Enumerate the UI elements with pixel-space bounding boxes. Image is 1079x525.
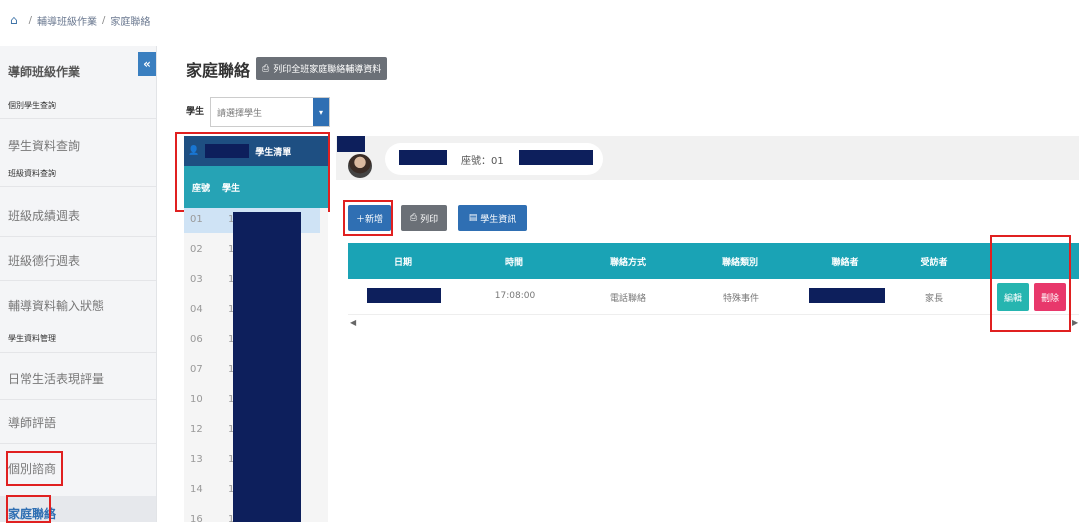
highlight-family-contact [6,495,51,523]
home-icon[interactable]: ⌂ [10,13,18,27]
sidebar-item-class-tasks[interactable]: 導師班級作業 [8,63,148,80]
redacted-date [367,288,441,303]
redacted-photo-label [337,136,365,152]
sidebar-sub-class-query[interactable]: 班級資料查詢 [8,168,148,179]
highlight-row-actions [990,235,1071,332]
student-row-seat[interactable]: 14 [190,484,203,495]
contact-table-header: 日期 時間 聯絡方式 聯絡類別 聯絡者 受訪者 [348,243,1079,279]
redacted-student-name [399,150,447,165]
student-row-seat[interactable]: 02 [190,244,203,255]
student-row-seat[interactable]: 10 [190,394,203,405]
chevron-down-icon: ▾ [313,98,329,126]
table-row [348,279,1079,315]
th-contact-person[interactable]: 聯絡者 [831,255,858,268]
student-row-seat[interactable]: 03 [190,274,203,285]
printer-icon: ⎙ [262,63,270,74]
cell-time: 17:08:00 [494,291,536,301]
print-all-button[interactable]: ⎙ 列印全班家庭聯絡輔導資料 [256,57,388,80]
scroll-left-icon[interactable]: ◀ [350,318,356,327]
avatar [348,154,372,178]
sidebar-item-student-data[interactable]: 學生資料查詢 [8,137,148,154]
redacted-contact-person [809,288,885,303]
sidebar-item-comments[interactable]: 導師評語 [8,414,148,431]
th-time[interactable]: 時間 [505,255,523,268]
student-row-seat[interactable]: 06 [190,334,203,345]
th-method[interactable]: 聯絡方式 [610,255,646,268]
cell-interviewee: 家長 [924,294,944,304]
cell-category: 特殊事件 [722,294,760,304]
student-row-seat[interactable]: 07 [190,364,203,375]
highlight-counseling [6,451,63,486]
seat-label: 座號：01 [461,156,504,167]
student-row-seat[interactable]: 12 [190,424,203,435]
sidebar-sub-student-query[interactable]: 個別學生查詢 [8,100,148,111]
redacted-student-id [519,150,593,165]
student-row-seat[interactable]: 13 [190,454,203,465]
student-select[interactable]: 請選擇學生 ▾ [210,97,330,127]
id-card-icon: ▤ [468,213,478,223]
th-interviewee[interactable]: 受訪者 [920,255,947,268]
breadcrumb: ⌂ / 輔導班級作業 / 家庭聯絡 [0,0,1079,40]
highlight-student-list [175,132,330,212]
print-label: 列印 [420,214,439,225]
student-label: 學生 [186,107,205,117]
sidebar-item-grade-report[interactable]: 班級成績週表 [8,207,148,224]
student-select-value: 請選擇學生 [217,108,263,119]
student-info-button[interactable]: ▤ 學生資訊 [458,205,527,231]
sidebar-item-conduct-report[interactable]: 班級德行週表 [8,252,148,269]
print-button[interactable]: ⎙ 列印 [401,205,447,231]
page-title: 家庭聯絡 [186,61,251,80]
redacted-student-names [233,212,301,522]
student-row-seat[interactable]: 04 [190,304,203,315]
breadcrumb-item-1: 家庭聯絡 [110,16,151,28]
printer-icon: ⎙ [409,213,418,223]
student-row-seat[interactable]: 01 [190,214,203,225]
student-info-label: 學生資訊 [480,214,517,225]
th-category[interactable]: 聯絡類別 [722,255,758,268]
print-all-label: 列印全班家庭聯絡輔導資料 [273,65,382,75]
highlight-add-button [343,200,393,236]
sidebar-item-input-status[interactable]: 輔導資料輸入狀態 [8,297,148,314]
th-date[interactable]: 日期 [394,255,412,268]
scroll-right-icon[interactable]: ▶ [1072,318,1078,327]
breadcrumb-item-0[interactable]: 輔導班級作業 [37,13,97,28]
sidebar-item-daily-eval[interactable]: 日常生活表現評量 [8,370,148,387]
cell-method: 電話聯絡 [609,294,647,304]
sidebar-sub-data-mgmt[interactable]: 學生資料管理 [8,333,148,344]
student-row-seat[interactable]: 16 [190,514,203,525]
